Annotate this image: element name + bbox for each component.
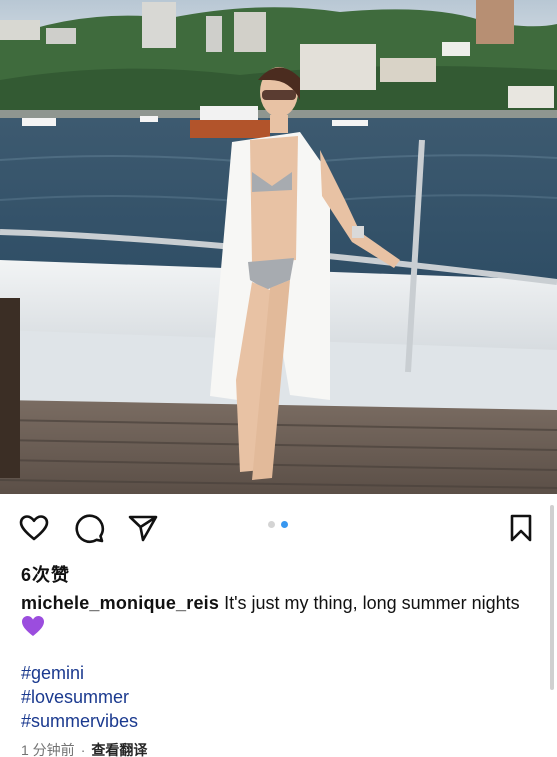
username-link[interactable]: michele_monique_reis (21, 593, 219, 613)
scrollbar[interactable] (550, 505, 554, 690)
post-caption: michele_monique_reis It's just my thing,… (21, 592, 536, 639)
comment-icon[interactable] (72, 512, 106, 544)
purple-heart-icon (22, 616, 44, 636)
hashtag-link[interactable]: #gemini (21, 661, 138, 685)
send-icon[interactable] (126, 512, 160, 544)
carousel-dot-active (281, 521, 288, 528)
carousel-indicator (268, 521, 288, 528)
hashtag-link[interactable]: #summervibes (21, 709, 138, 733)
hashtag-list: #gemini #lovesummer #summervibes (21, 661, 138, 733)
meta-separator: · (80, 742, 86, 757)
carousel-dot (268, 521, 275, 528)
caption-text: It's just my thing, long summer nights (219, 593, 520, 613)
likes-count[interactable]: 6次赞 (21, 561, 70, 587)
post-timestamp: 1 分钟前 (21, 742, 75, 757)
heart-icon[interactable] (17, 512, 51, 544)
hashtag-link[interactable]: #lovesummer (21, 685, 138, 709)
post-photo[interactable] (0, 0, 557, 494)
see-translation-link[interactable]: 查看翻译 (91, 742, 147, 757)
post-action-bar (0, 494, 557, 560)
bookmark-icon[interactable] (504, 512, 538, 544)
post-meta: 1 分钟前 · 查看翻译 (21, 740, 147, 757)
